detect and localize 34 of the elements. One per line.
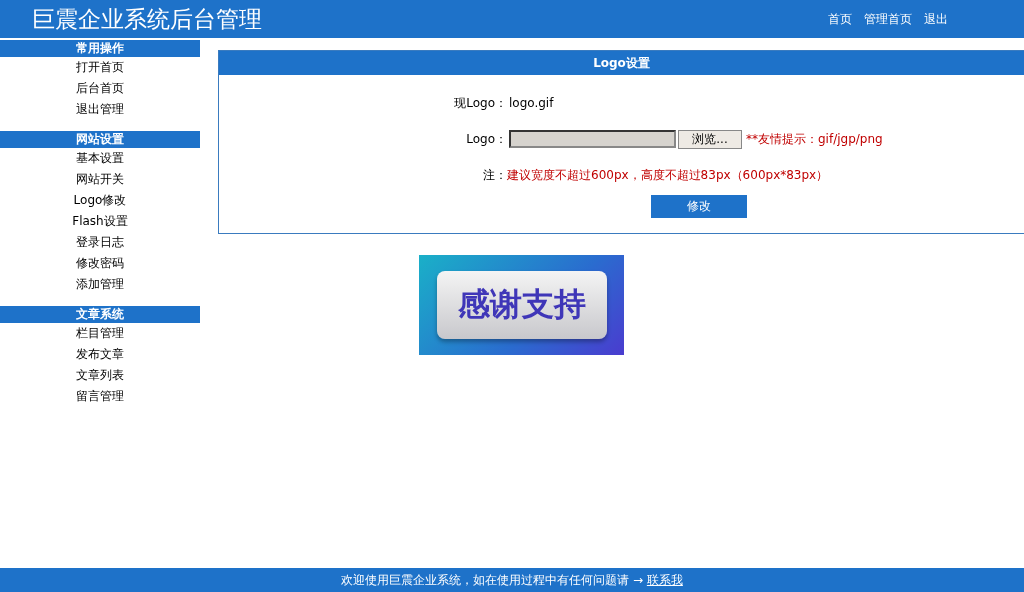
sidebar-item[interactable]: 发布文章: [50, 344, 150, 365]
sidebar-item[interactable]: 修改密码: [50, 253, 150, 274]
nav-link[interactable]: 首页: [828, 10, 852, 28]
nav-link[interactable]: 退出: [924, 10, 948, 28]
sidebar-item[interactable]: 基本设置: [50, 148, 150, 169]
note-text: 建议宽度不超过600px，高度不超过83px（600px*83px）: [507, 166, 829, 184]
sidebar-item[interactable]: Logo修改: [50, 190, 150, 211]
sidebar-section-header: 文章系统: [0, 306, 200, 323]
sidebar-item[interactable]: 登录日志: [50, 232, 150, 253]
sidebar-item[interactable]: 后台首页: [50, 78, 150, 99]
current-logo-label: 现Logo：: [453, 94, 507, 112]
sidebar-item[interactable]: Flash设置: [50, 211, 150, 232]
file-input-field[interactable]: [509, 130, 676, 148]
sidebar-section-header: 网站设置: [0, 131, 200, 148]
contact-link[interactable]: 联系我: [646, 572, 683, 587]
sidebar-item[interactable]: 栏目管理: [50, 323, 150, 344]
footer-text: 欢迎使用巨震企业系统，如在使用过程中有任何问题请 → 联系我: [341, 571, 683, 589]
sidebar-item[interactable]: 文章列表: [50, 365, 150, 386]
site-title: 巨震企业系统后台管理: [32, 4, 262, 34]
sidebar-item[interactable]: 退出管理: [50, 99, 150, 120]
browse-button[interactable]: 浏览...: [678, 129, 742, 149]
panel-title: Logo设置: [219, 51, 1024, 75]
sidebar-item[interactable]: 打开首页: [50, 57, 150, 78]
sidebar-item[interactable]: 留言管理: [50, 386, 150, 407]
submit-button[interactable]: 修改: [651, 195, 747, 218]
sidebar-item[interactable]: 添加管理: [50, 274, 150, 295]
logo-text: 感谢支持: [457, 284, 586, 325]
nav-link[interactable]: 管理首页: [864, 10, 912, 28]
sidebar-section-header: 常用操作: [0, 40, 200, 57]
current-logo-value: logo.gif: [509, 96, 554, 110]
sidebar-item[interactable]: 网站开关: [50, 169, 150, 190]
upload-label: Logo：: [465, 130, 507, 148]
format-hint: **友情提示：gif/jgp/png: [746, 130, 883, 148]
note-label: 注：: [482, 166, 507, 184]
